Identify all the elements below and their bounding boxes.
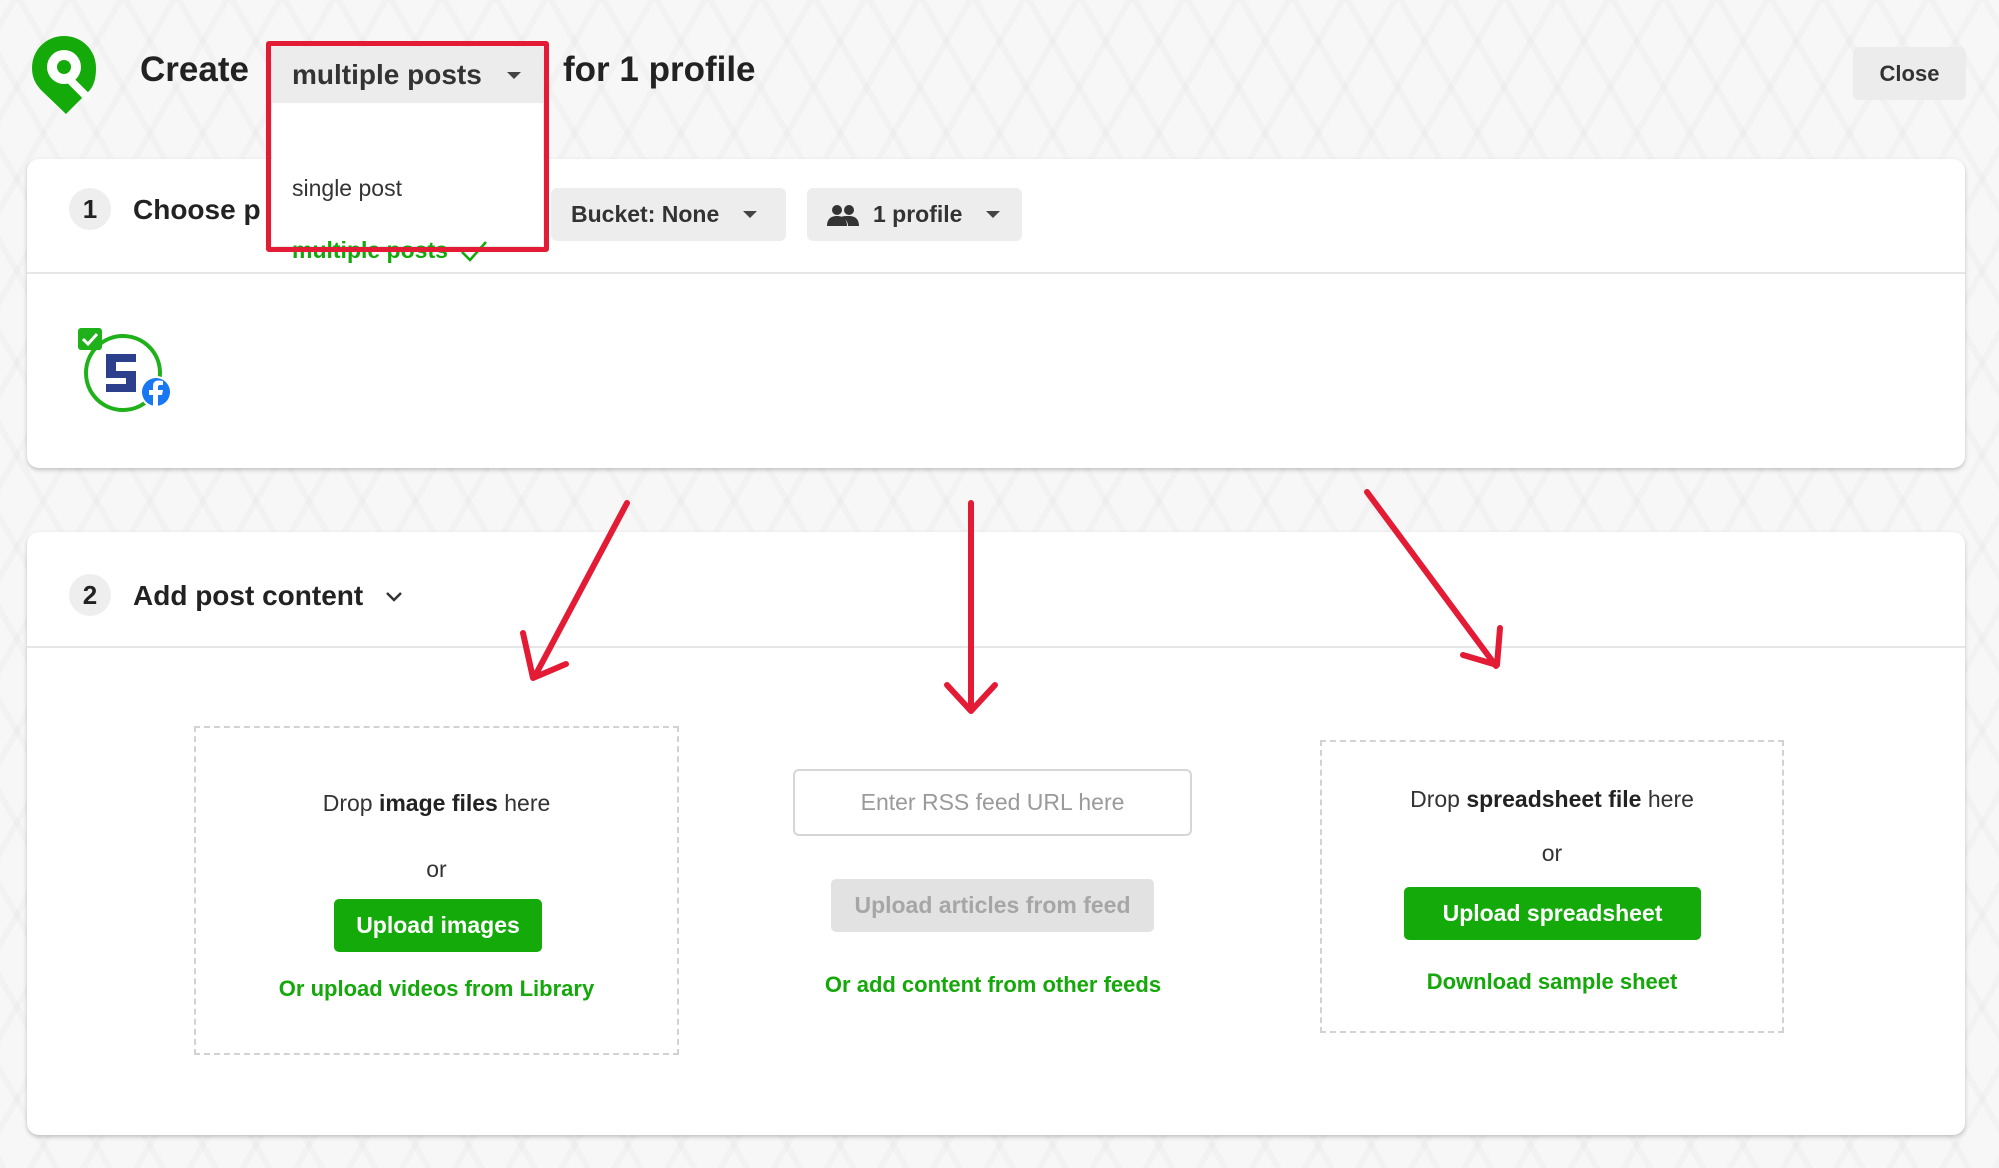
upload-articles-from-feed-button[interactable]: Upload articles from feed [831,879,1154,932]
checkbox-checked-icon [78,328,102,350]
add-content-other-feeds-link[interactable]: Or add content from other feeds [760,972,1226,998]
image-drop-zone[interactable]: Drop image files here or Upload images O… [194,726,679,1055]
location-pin-logo-icon [32,36,96,114]
upload-videos-library-link[interactable]: Or upload videos from Library [196,976,677,1002]
step-title: Choose p [133,194,261,225]
title-create-label: Create [140,50,249,89]
checkmark-icon [461,240,487,262]
profile-count-label: 1 profile [873,201,963,227]
bucket-dropdown[interactable]: Bucket: None [551,188,786,241]
caret-down-icon [507,72,521,79]
profile-avatar-facebook[interactable] [78,326,178,416]
brand-logo-icon [106,354,136,392]
or-label: or [426,856,447,882]
upload-spreadsheet-button[interactable]: Upload spreadsheet [1404,887,1701,940]
title-profile-count: for 1 profile [563,50,756,89]
facebook-icon [140,376,172,408]
spreadsheet-drop-zone[interactable]: Drop spreadsheet file here or Upload spr… [1320,740,1784,1033]
spreadsheet-drop-instruction: Drop spreadsheet file here [1410,786,1694,812]
step-title: Add post content [133,580,364,611]
image-drop-instruction: Drop image files here [322,790,551,816]
chevron-down-icon[interactable] [383,586,405,608]
or-label: or [1541,840,1563,866]
post-type-dropdown[interactable]: multiple posts single post multiple post… [272,47,543,263]
profile-dropdown[interactable]: 1 profile [807,188,1022,241]
caret-down-icon [986,211,1001,218]
post-type-selected[interactable]: multiple posts [272,47,543,103]
download-sample-sheet-link[interactable]: Download sample sheet [1322,969,1782,995]
app-logo [30,34,98,116]
option-multiple-posts-label: multiple posts [292,237,448,263]
caret-down-icon [743,211,758,218]
rss-feed-url-input[interactable] [793,769,1192,836]
option-multiple-posts[interactable]: multiple posts [292,237,488,264]
bucket-label: Bucket: None [571,201,720,227]
post-type-selected-label: multiple posts [292,59,482,90]
upload-images-button[interactable]: Upload images [334,899,542,952]
option-single-post[interactable]: single post [292,175,402,202]
close-button[interactable]: Close [1853,47,1966,100]
step-number-badge: 2 [69,574,111,616]
people-icon [827,204,859,226]
card-divider [27,646,1965,648]
card-divider [27,272,1965,274]
step-number-badge: 1 [69,188,111,230]
